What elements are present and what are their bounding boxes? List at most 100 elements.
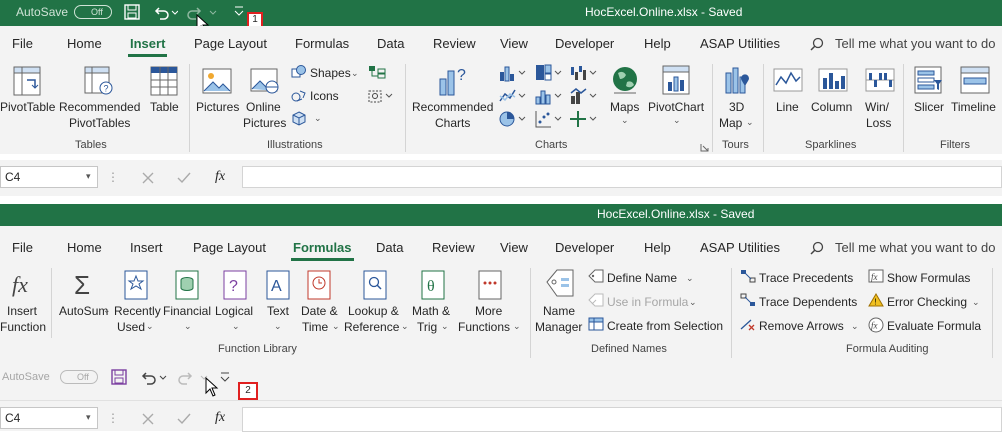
tab-formulas[interactable]: Formulas [295,36,349,51]
statistic-chart-icon[interactable] [535,87,565,108]
lookup-reference-icon[interactable] [363,270,387,303]
lookup-reference-label-1[interactable]: Lookup & [348,303,399,319]
dialog-launcher-icon[interactable] [700,141,709,155]
insert-function-icon[interactable]: fx [10,270,40,303]
evaluate-formula-button[interactable]: Evaluate Formula [887,319,981,333]
insert-function-label-1[interactable]: Insert [7,303,37,319]
autosum-icon[interactable]: Σ [73,270,97,303]
recommended-charts-label-2[interactable]: Charts [435,115,470,131]
chevron-down-icon[interactable]: ⌄ [746,117,754,128]
icons-icon[interactable] [291,88,307,107]
recommended-pivottables-label-1[interactable]: Recommended [59,99,140,115]
formula-input[interactable] [242,166,1002,188]
tab-formulas[interactable]: Formulas [291,240,354,261]
tab-file[interactable]: File [12,36,33,51]
smartart-icon[interactable] [368,65,386,82]
chevron-down-icon[interactable]: ⌄ [146,321,154,332]
financial-icon[interactable] [175,270,199,303]
formula-input[interactable] [242,407,1002,432]
chevron-down-icon[interactable]: ⌄ [513,321,521,332]
name-manager-icon[interactable] [545,268,575,303]
combo-chart-icon[interactable] [570,87,600,108]
use-in-formula-icon[interactable] [588,293,604,310]
timeline-button[interactable]: Timeline [951,99,996,115]
hierarchy-chart-icon[interactable] [535,64,565,85]
recommended-pivottables-icon[interactable]: ? [84,66,114,99]
shapes-button[interactable]: Shapes [310,66,351,80]
tab-asap-utilities[interactable]: ASAP Utilities [700,240,780,255]
scatter-chart-icon[interactable] [535,110,565,131]
slicer-button[interactable]: Slicer [914,99,944,115]
tab-review[interactable]: Review [433,36,476,51]
trace-dependents-icon[interactable] [740,293,756,310]
name-manager-label-2[interactable]: Manager [535,319,582,335]
math-trig-label-1[interactable]: Math & [412,303,450,319]
chevron-down-icon[interactable]: ⌄ [103,305,111,316]
use-in-formula-button[interactable]: Use in Formula [607,295,688,309]
create-from-selection-button[interactable]: Create from Selection [607,319,723,333]
text-button[interactable]: Text [267,303,289,319]
search-icon[interactable] [810,37,824,54]
create-from-selection-icon[interactable] [588,317,604,334]
tab-view[interactable]: View [500,240,528,255]
waterfall-chart-icon[interactable] [570,64,600,85]
column-chart-icon[interactable] [499,64,529,85]
error-checking-button[interactable]: Error Checking [887,295,967,309]
chevron-down-icon[interactable]: ⌄ [332,321,340,332]
insert-function-icon[interactable]: fx [215,169,225,185]
enter-icon[interactable] [177,413,191,428]
name-box[interactable]: C4 [0,407,98,429]
tab-data[interactable]: Data [376,240,403,255]
recently-used-label-2[interactable]: Used [117,319,145,335]
undo-icon[interactable] [154,4,179,23]
tab-developer[interactable]: Developer [555,240,614,255]
insert-function-label-2[interactable]: Function [0,319,46,335]
recently-used-icon[interactable] [124,270,148,303]
tab-home[interactable]: Home [67,240,102,255]
sparkline-line-button[interactable]: Line [776,99,799,115]
customize-qat-icon[interactable] [220,371,230,386]
chevron-down-icon[interactable]: ⌄ [686,273,694,284]
sparkline-winloss-label-1[interactable]: Win/ [865,99,889,115]
tab-data[interactable]: Data [377,36,404,51]
tab-developer[interactable]: Developer [555,36,614,51]
chevron-down-icon[interactable]: ⌄ [851,321,859,332]
autosum-button[interactable]: AutoSum [59,303,108,319]
pictures-button[interactable]: Pictures [196,99,239,115]
recommended-charts-label-1[interactable]: Recommended [412,99,493,115]
trace-precedents-button[interactable]: Trace Precedents [759,271,853,285]
chevron-down-icon[interactable]: ⌄ [274,321,282,332]
math-trig-label-2[interactable]: Trig [417,319,437,335]
tell-me-input[interactable]: Tell me what you want to do [835,36,995,51]
pictures-icon[interactable] [202,68,232,97]
text-icon[interactable]: A [266,270,290,303]
show-formulas-icon[interactable]: fx [868,269,884,286]
trace-precedents-icon[interactable] [740,269,756,286]
pivottable-button[interactable]: PivotTable [0,99,55,115]
maps-icon[interactable] [611,65,639,98]
chevron-down-icon[interactable]: ⌄ [184,321,192,332]
timeline-icon[interactable] [960,66,990,97]
save-icon[interactable] [111,369,127,388]
chevron-down-icon[interactable]: ⌄ [351,68,359,79]
slicer-icon[interactable] [914,66,944,97]
show-formulas-button[interactable]: Show Formulas [887,271,970,285]
recommended-charts-icon[interactable]: ? [438,65,470,100]
more-functions-label-2[interactable]: Functions [458,319,510,335]
tab-page-layout[interactable]: Page Layout [193,240,266,255]
online-pictures-icon[interactable] [250,68,280,97]
pivottable-icon[interactable] [13,66,41,99]
autosave-toggle-2[interactable]: Off [60,370,98,384]
undo-icon[interactable] [141,369,167,388]
chevron-down-icon[interactable]: ⌄ [314,113,322,124]
table-icon[interactable] [150,66,178,99]
online-pictures-label-2[interactable]: Pictures [243,115,286,131]
tab-help[interactable]: Help [644,36,671,51]
3d-map-label-2[interactable]: Map [719,115,742,131]
tell-me-input[interactable]: Tell me what you want to do [835,240,995,255]
icons-button[interactable]: Icons [310,89,339,103]
pivotchart-button[interactable]: PivotChart [648,99,704,115]
shapes-icon[interactable] [291,65,307,82]
tab-review[interactable]: Review [432,240,475,255]
sparkline-line-icon[interactable] [773,68,803,95]
